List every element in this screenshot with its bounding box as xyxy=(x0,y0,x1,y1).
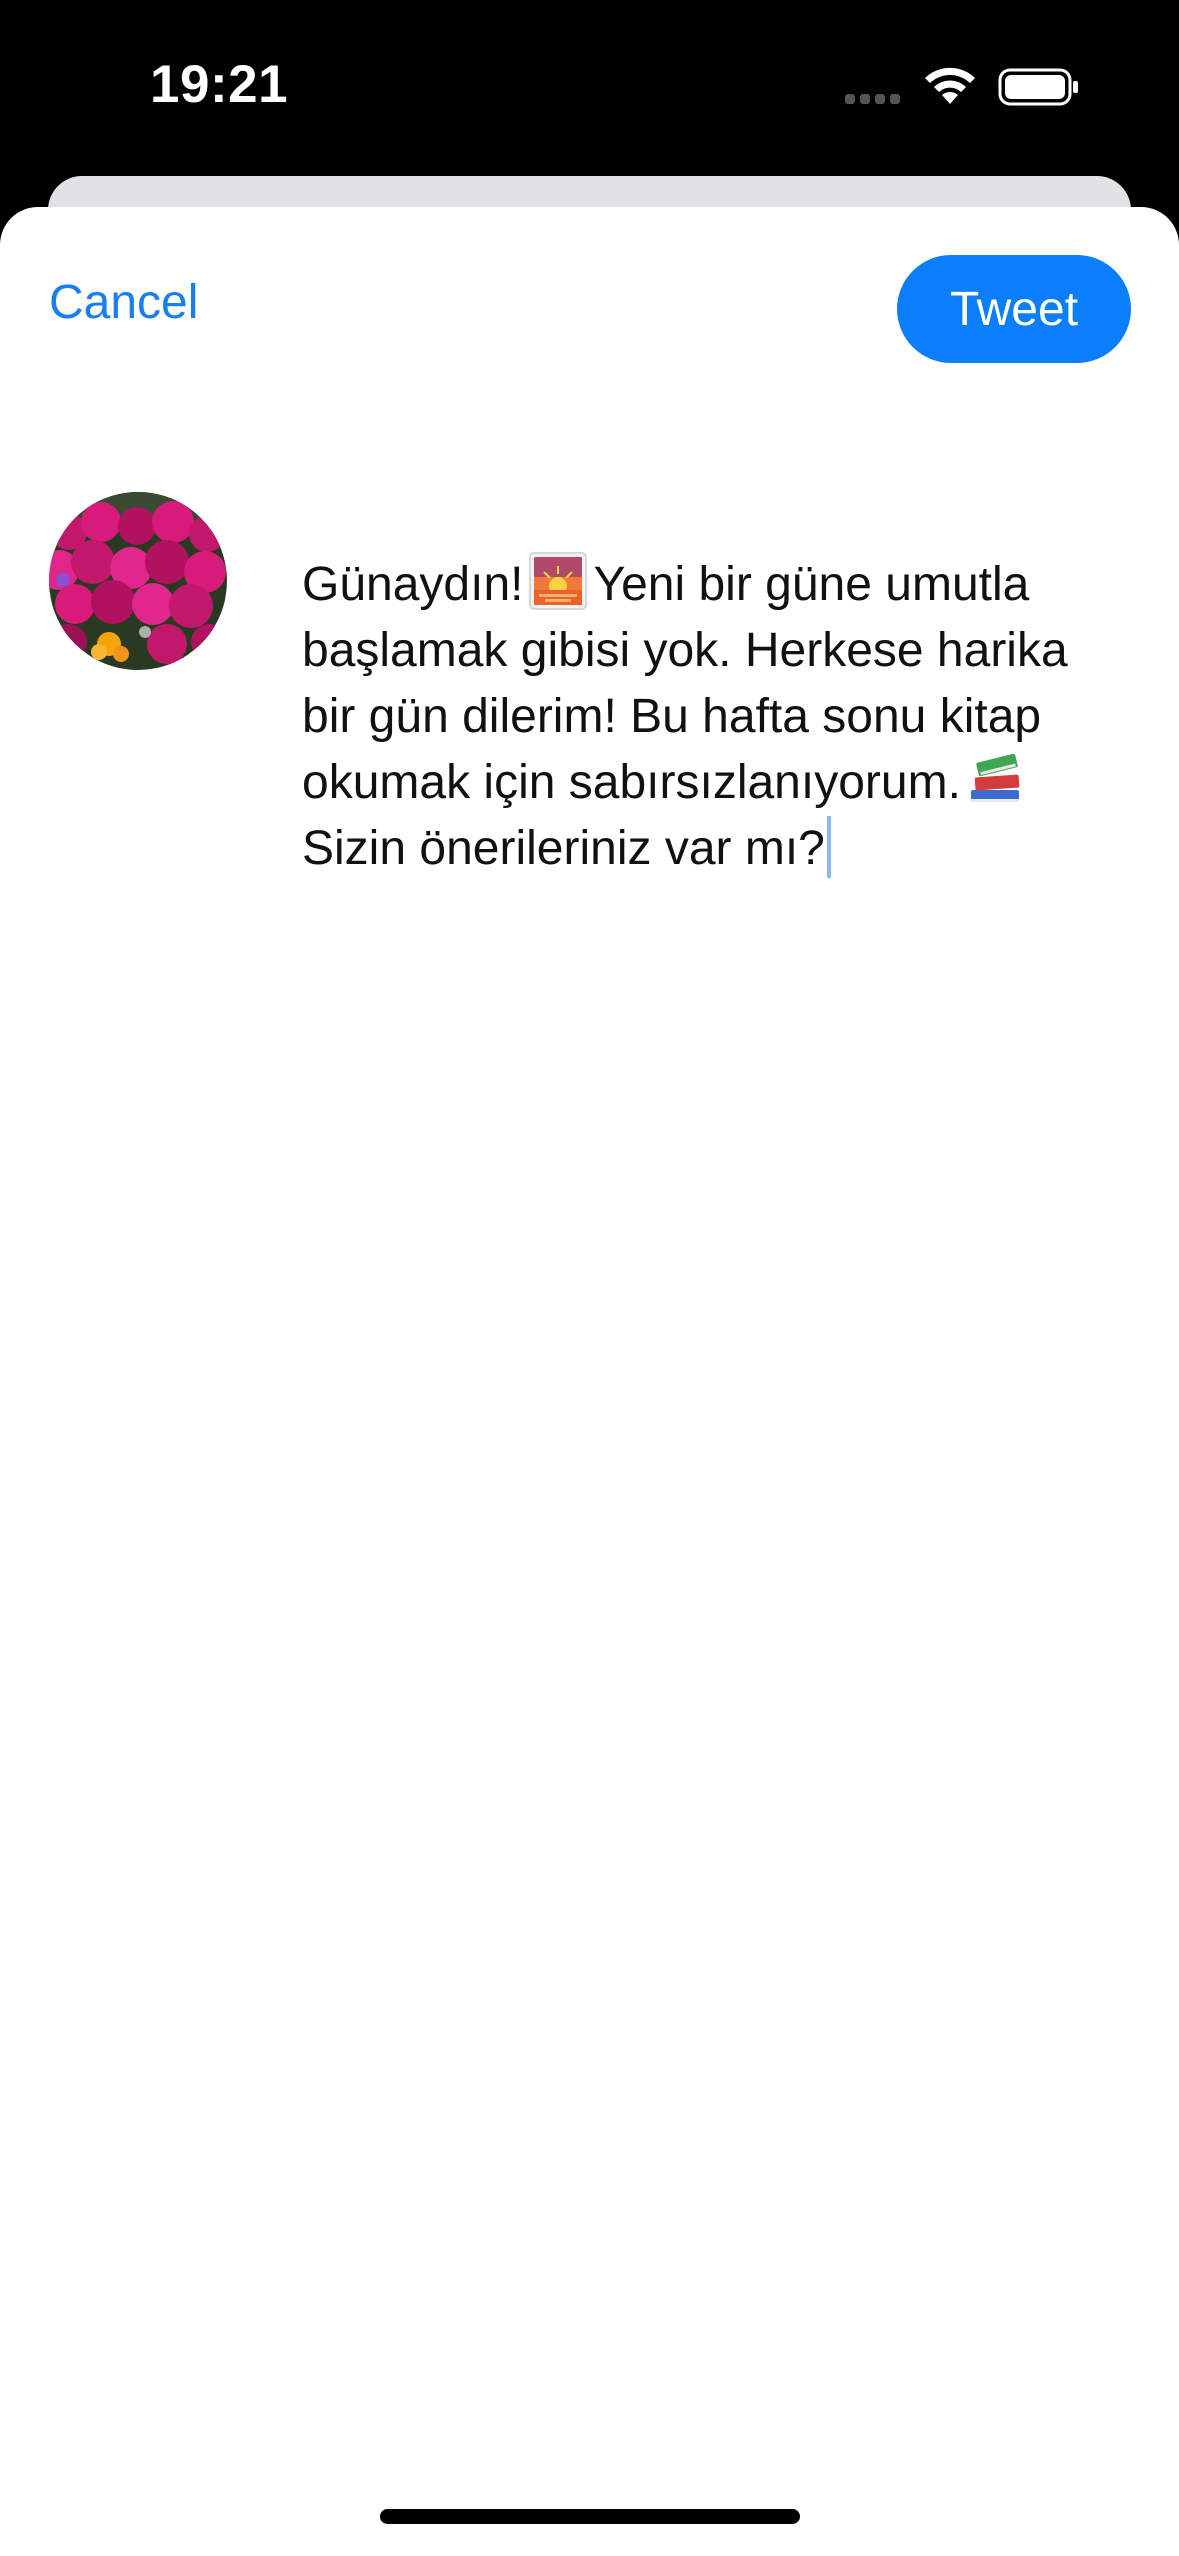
tweet-line-2: başlamak gibisi yok. Herkese harika xyxy=(302,618,1132,684)
tweet-text-segment: Sizin önerileriniz var mı? xyxy=(302,822,825,875)
tweet-text-segment: başlamak gibisi yok. Herkese harika xyxy=(302,624,1068,677)
tweet-text-segment: Günaydın! xyxy=(302,558,524,611)
tweet-line-5: Sizin önerileriniz var mı? xyxy=(302,816,1132,882)
tweet-line-4: okumak için sabırsızlanıyorum. xyxy=(302,750,1132,816)
text-cursor xyxy=(826,816,831,878)
books-emoji-icon xyxy=(970,753,1020,802)
avatar-flowers-image xyxy=(49,492,227,670)
sunrise-emoji-icon xyxy=(529,552,588,610)
tweet-line-3: bir gün dilerim! Bu hafta sonu kitap xyxy=(302,684,1132,750)
cellular-dots-icon xyxy=(845,94,900,104)
profile-avatar[interactable] xyxy=(49,492,227,670)
tweet-button[interactable]: Tweet xyxy=(897,255,1131,363)
tweet-line-1: Günaydın! Yeni bir güne umutla xyxy=(302,552,1132,618)
battery-icon xyxy=(998,68,1078,106)
home-indicator[interactable] xyxy=(380,2509,800,2524)
tweet-text-segment: Yeni bir güne umutla xyxy=(593,558,1030,611)
cancel-button[interactable]: Cancel xyxy=(49,276,198,330)
status-time: 19:21 xyxy=(150,55,289,114)
compose-sheet: Cancel Tweet Günaydın! Yeni bir güne umu… xyxy=(0,207,1179,2556)
status-bar: 19:21 xyxy=(0,0,1179,175)
tweet-text-segment: okumak için sabırsızlanıyorum. xyxy=(302,756,961,809)
wifi-icon xyxy=(925,67,975,104)
tweet-text-input[interactable]: Günaydın! Yeni bir güne umutla başlamak … xyxy=(302,552,1132,882)
tweet-text-segment: bir gün dilerim! Bu hafta sonu kitap xyxy=(302,690,1042,743)
